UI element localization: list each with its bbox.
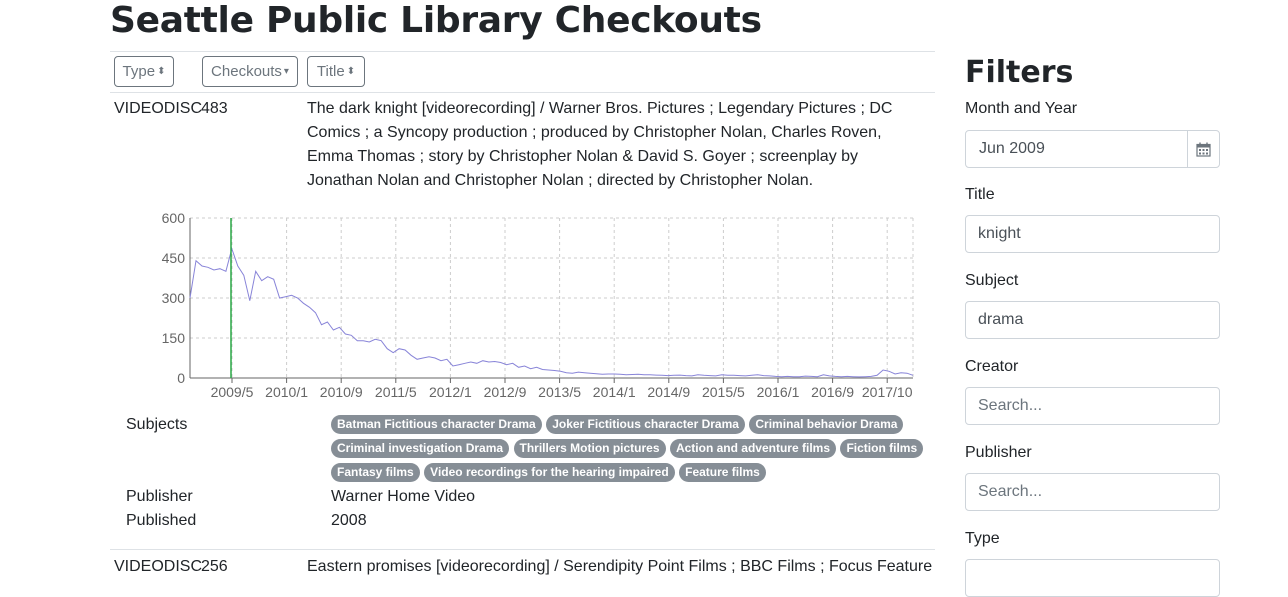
subject-badge[interactable]: Action and adventure films [669, 439, 836, 458]
sort-title-button[interactable]: Title ⬍ [307, 56, 365, 87]
y-tick-label: 150 [162, 330, 186, 346]
subject-badge[interactable]: Fiction films [840, 439, 924, 458]
title-filter-label: Title [965, 186, 995, 203]
subjects-label: Subjects [126, 416, 188, 433]
publisher-filter-label: Publisher [965, 444, 1032, 461]
published-label: Published [126, 512, 197, 529]
calendar-icon [1196, 142, 1211, 157]
y-tick-label: 300 [162, 290, 186, 306]
creator-input[interactable] [965, 387, 1220, 425]
month-year-input[interactable] [965, 130, 1188, 168]
x-tick-label: 2012/1 [429, 384, 472, 400]
subject-input[interactable] [965, 301, 1220, 339]
sort-icon: ⬍ [346, 66, 356, 78]
page-title: Seattle Public Library Checkouts [110, 0, 762, 41]
x-tick-label: 2011/5 [375, 384, 417, 400]
x-tick-label: 2017/10 [862, 384, 913, 400]
sort-type-label: Type [122, 63, 156, 80]
item-type: VIDEODISC [114, 100, 203, 117]
subject-badge[interactable]: Video recordings for the hearing impaire… [424, 463, 675, 482]
x-tick-label: 2015/5 [702, 384, 745, 400]
checkouts-line-chart: 0 150 300 450 600 2009/5 2010/1 2010/9 2011/5 201… [162, 210, 914, 400]
type-filter-label: Type [965, 530, 1000, 547]
publisher-value: Warner Home Video [331, 488, 476, 505]
subject-badge[interactable]: Joker Fictitious character Drama [546, 415, 745, 434]
y-tick-label: 0 [177, 370, 185, 386]
type-select[interactable] [965, 559, 1220, 597]
x-tick-label: 2016/1 [757, 384, 800, 400]
x-tick-label: 2010/9 [320, 384, 363, 400]
item-checkouts: 256 [201, 558, 228, 575]
published-value: 2008 [331, 512, 367, 529]
subject-badges: Batman Fictitious character Drama Joker … [331, 415, 931, 487]
y-tick-label: 450 [162, 250, 186, 266]
subject-badge[interactable]: Feature films [679, 463, 766, 482]
item-title: The dark knight [videorecording] / Warne… [307, 100, 893, 189]
subject-badge[interactable]: Criminal behavior Drama [749, 415, 904, 434]
header-divider [110, 92, 935, 93]
y-tick-label: 600 [162, 210, 186, 226]
sort-checkouts-button[interactable]: Checkouts ▾ [202, 56, 298, 87]
sort-type-button[interactable]: Type ⬍ [114, 56, 174, 87]
x-tick-label: 2014/1 [593, 384, 636, 400]
x-tick-label: 2012/9 [484, 384, 527, 400]
subject-badge[interactable]: Criminal investigation Drama [331, 439, 510, 458]
creator-label: Creator [965, 358, 1019, 375]
x-tick-label: 2009/5 [211, 384, 254, 400]
month-year-label: Month and Year [965, 100, 1078, 117]
row-divider [110, 549, 935, 550]
month-year-picker [965, 130, 1220, 168]
sort-title-label: Title [316, 63, 345, 80]
item-type: VIDEODISC [114, 558, 203, 575]
filters-title: Filters [965, 55, 1074, 90]
subject-badge[interactable]: Fantasy films [331, 463, 420, 482]
publisher-input[interactable] [965, 473, 1220, 511]
sort-icon: ⬍ [157, 66, 166, 78]
divider [110, 51, 935, 52]
item-title: Eastern promises [videorecording] / Sere… [307, 558, 932, 575]
series-line [189, 246, 914, 378]
x-tick-label: 2016/9 [811, 384, 854, 400]
x-tick-label: 2010/1 [265, 384, 308, 400]
publisher-label: Publisher [126, 488, 193, 505]
sort-down-icon: ▾ [283, 66, 289, 78]
subject-badge[interactable]: Batman Fictitious character Drama [331, 415, 542, 434]
x-tick-label: 2013/5 [538, 384, 581, 400]
sort-checkouts-label: Checkouts [211, 63, 282, 80]
subject-badge[interactable]: Thrillers Motion pictures [513, 439, 666, 458]
title-filter-input[interactable] [965, 215, 1220, 253]
calendar-button[interactable] [1187, 130, 1220, 168]
x-tick-label: 2014/9 [647, 384, 690, 400]
item-checkouts: 483 [201, 100, 228, 117]
subject-label: Subject [965, 272, 1019, 289]
